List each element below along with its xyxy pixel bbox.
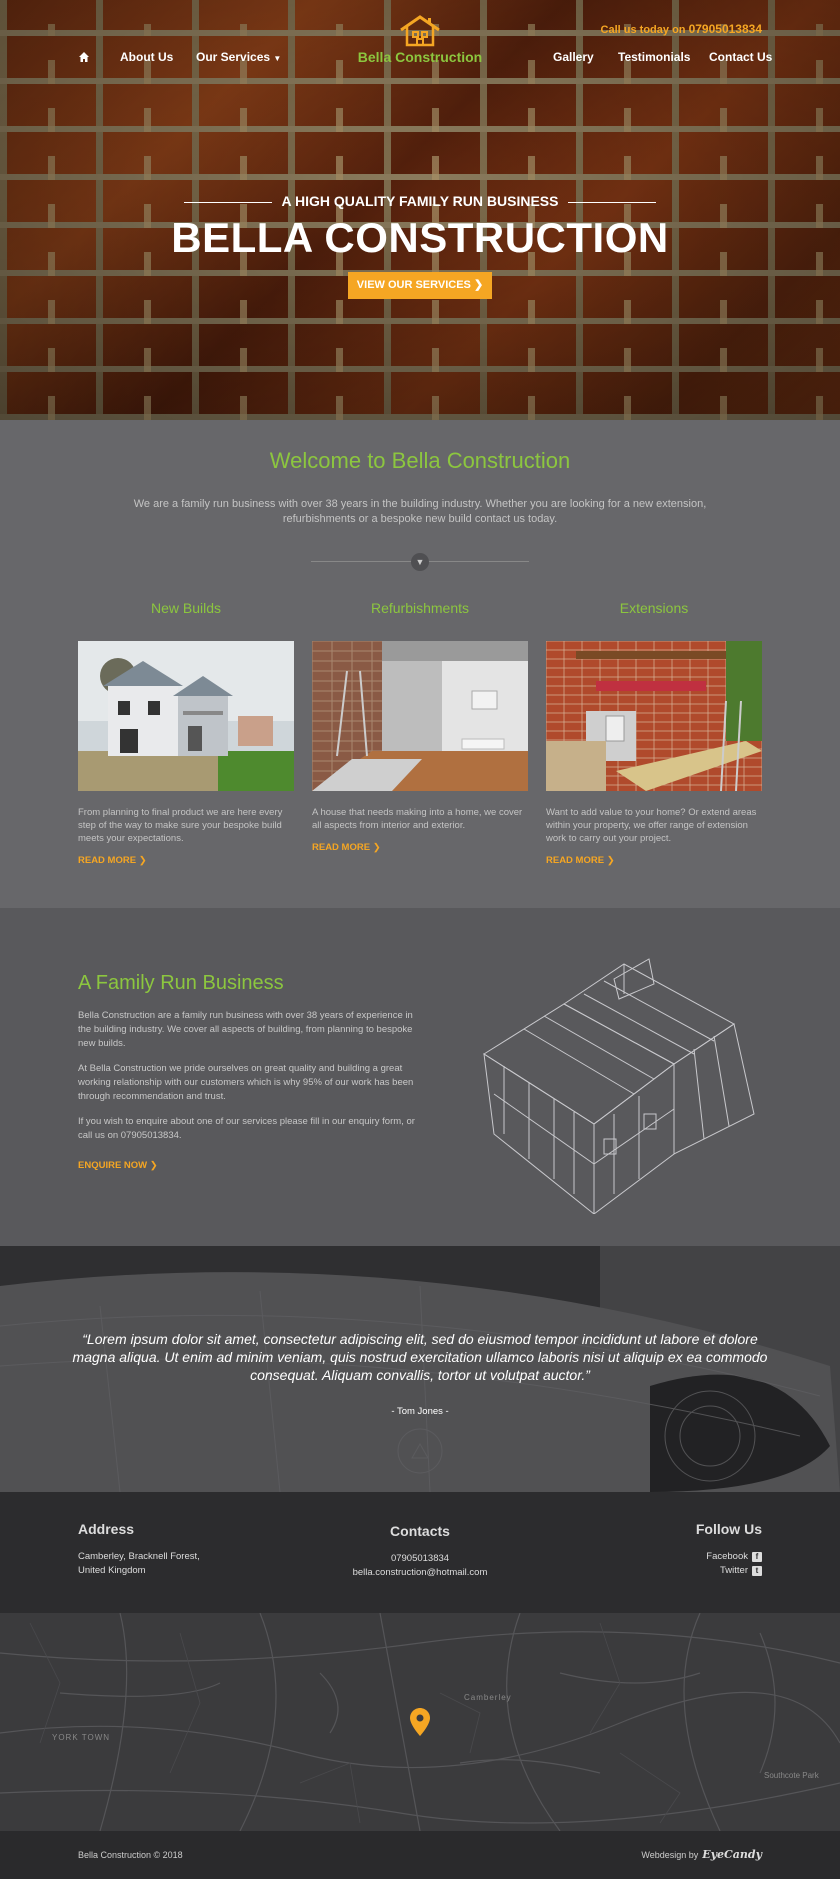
chevron-right-icon: ❯ — [473, 279, 484, 291]
service-title: Extensions — [619, 600, 689, 616]
facebook-link[interactable]: Facebook f — [696, 1550, 762, 1564]
view-services-button[interactable]: VIEW OUR SERVICES ❯ — [348, 272, 492, 299]
webdesign-credit[interactable]: Webdesign by EyeCandy — [641, 1848, 762, 1861]
family-paragraph: Bella Construction are a family run busi… — [78, 1010, 413, 1049]
family-title: A Family Run Business — [78, 972, 284, 994]
address-line: United Kingdom — [78, 1565, 146, 1576]
family-paragraph: If you wish to enquire about one of our … — [78, 1116, 415, 1141]
twitter-link[interactable]: Twitter t — [696, 1564, 762, 1578]
footer-phone[interactable]: 07905013834 — [320, 1552, 520, 1566]
family-text: Bella Construction are a family run busi… — [78, 1009, 418, 1154]
service-text: Want to add value to your home? Or exten… — [546, 807, 757, 844]
contacts-title: Contacts — [390, 1523, 450, 1539]
header-phone[interactable]: Call us today on 07905013834 — [601, 22, 762, 36]
facebook-icon: f — [752, 1552, 762, 1562]
family-section: A Family Run Business Bella Construction… — [0, 908, 840, 1246]
footer: Address Camberley, Bracknell Forest, Uni… — [0, 1492, 840, 1613]
chevron-down-icon[interactable]: ▼ — [411, 553, 429, 571]
testimonial-section: “Lorem ipsum dolor sit amet, consectetur… — [0, 1246, 840, 1492]
testimonial-quote: “Lorem ipsum dolor sit amet, consectetur… — [72, 1331, 768, 1383]
hero-kicker: A HIGH QUALITY FAMILY RUN BUSINESS — [0, 193, 840, 209]
service-title: Refurbishments — [370, 600, 470, 616]
address-line: Camberley, Bracknell Forest, — [78, 1551, 200, 1562]
service-card-refurbishments: Refurbishments A house that needs making… — [312, 600, 528, 853]
service-title: New Builds — [150, 600, 222, 616]
house-logo-icon[interactable] — [397, 14, 443, 48]
testimonial-author: - Tom Jones - — [391, 1406, 449, 1417]
phone-number[interactable]: 07905013834 — [689, 22, 762, 36]
bottom-bar: Bella Construction © 2018 Webdesign by Ey… — [0, 1831, 840, 1879]
map-label-camberley: Camberley — [464, 1693, 512, 1702]
extension-construction-image — [546, 641, 762, 791]
service-card-extensions: Extensions Want to add value to your hom… — [546, 600, 762, 866]
service-text: From planning to final product we are he… — [78, 807, 283, 844]
family-paragraph: At Bella Construction we pride ourselves… — [78, 1063, 414, 1102]
house-wireframe-illustration — [483, 958, 755, 1214]
enquire-now-link[interactable]: ENQUIRE NOW ❯ — [78, 1160, 158, 1171]
new-build-house-image — [78, 641, 294, 791]
map-label-york-town: YORK TOWN — [52, 1733, 111, 1742]
read-more-link[interactable]: READ MORE ❯ — [546, 855, 762, 866]
hero-title: BELLA CONSTRUCTION — [171, 214, 669, 261]
footer-follow: Follow Us Facebook f Twitter t — [696, 1522, 762, 1578]
follow-title: Follow Us — [695, 1521, 762, 1537]
call-label: Call us today on — [600, 24, 686, 36]
map-pin-icon[interactable] — [410, 1708, 430, 1736]
brand-name[interactable]: Bella Construction — [0, 49, 840, 65]
footer-email[interactable]: bella.construction@hotmail.com — [320, 1566, 520, 1580]
service-card-new-builds: New Builds From planning to final produc… — [78, 600, 294, 866]
footer-contacts: Contacts 07905013834 bella.construction@… — [320, 1524, 520, 1580]
designer-logo: EyeCandy — [702, 1848, 762, 1861]
read-more-link[interactable]: READ MORE ❯ — [312, 842, 528, 853]
welcome-section: Welcome to Bella Construction We are a f… — [0, 420, 840, 908]
welcome-title: Welcome to Bella Construction — [269, 448, 571, 473]
copyright: Bella Construction © 2018 — [78, 1850, 183, 1860]
welcome-intro: We are a family run business with over 3… — [133, 498, 707, 525]
read-more-link[interactable]: READ MORE ❯ — [78, 855, 294, 866]
footer-address: Address Camberley, Bracknell Forest, Uni… — [78, 1522, 200, 1578]
refurbishment-room-image — [312, 641, 528, 791]
address-title: Address — [78, 1521, 135, 1537]
map[interactable]: Camberley YORK TOWN Southcote Park — [0, 1613, 840, 1831]
hero-section: Call us today on 07905013834 About Us Ou… — [0, 0, 840, 420]
service-text: A house that needs making into a home, w… — [312, 807, 523, 831]
map-label-park: Southcote Park — [764, 1771, 819, 1780]
twitter-icon: t — [752, 1566, 762, 1576]
